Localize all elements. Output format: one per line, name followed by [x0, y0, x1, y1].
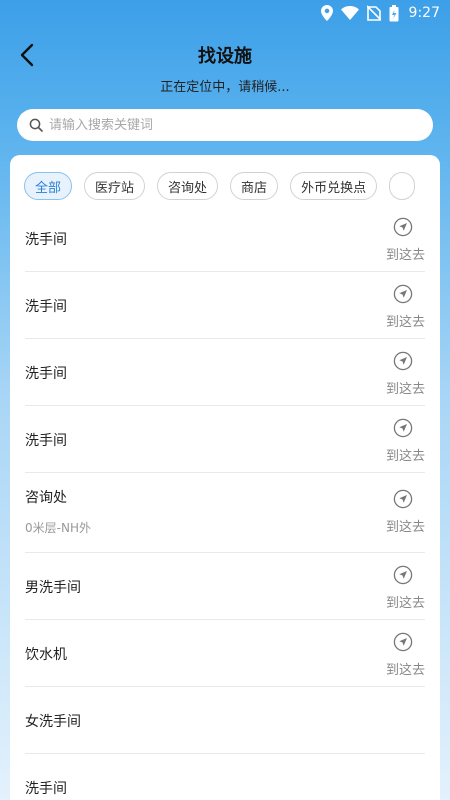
- navigation-arrow-icon: [393, 632, 413, 652]
- facility-name: 洗手间: [25, 781, 67, 797]
- list-item[interactable]: 咨询处 0米层-NH外 到这去: [25, 473, 425, 553]
- navigation-arrow-icon: [393, 351, 413, 371]
- category-chip-currency-exchange[interactable]: 外币兑换点: [290, 172, 378, 200]
- navigate-button[interactable]: 到这去: [381, 351, 425, 397]
- search-bar[interactable]: [17, 109, 433, 141]
- location-status-text: 正在定位中，请稍候...: [160, 80, 290, 95]
- list-item[interactable]: 女洗手间: [25, 687, 425, 754]
- category-chip-shop[interactable]: 商店: [230, 172, 279, 200]
- navigate-label: 到这去: [385, 315, 425, 330]
- category-chip-medical[interactable]: 医疗站: [84, 172, 146, 200]
- navigate-label: 到这去: [385, 382, 425, 397]
- facility-name: 男洗手间: [25, 580, 81, 596]
- list-item[interactable]: 洗手间 到这去: [25, 339, 425, 406]
- navigation-arrow-icon: [393, 565, 413, 585]
- navigate-button[interactable]: 到这去: [381, 489, 425, 535]
- page-title: 找设施: [198, 46, 252, 67]
- navigate-button[interactable]: 到这去: [381, 418, 425, 464]
- list-item[interactable]: 饮水机 到这去: [25, 620, 425, 687]
- facility-name: 洗手间: [25, 433, 67, 449]
- facility-panel: 全部 医疗站 咨询处 商店 外币兑换点 洗手间 到这去 洗手间 到这去 洗手间 …: [10, 155, 440, 800]
- no-sim-icon: [366, 5, 381, 21]
- list-item[interactable]: 洗手间 到这去: [25, 272, 425, 339]
- navigation-arrow-icon: [393, 489, 413, 509]
- navigate-button[interactable]: 到这去: [381, 565, 425, 611]
- navigate-button[interactable]: 到这去: [381, 632, 425, 678]
- list-item[interactable]: 洗手间 到这去: [25, 406, 425, 473]
- list-item[interactable]: 洗手间: [25, 754, 425, 800]
- list-item[interactable]: 洗手间 到这去: [25, 205, 425, 272]
- status-time: 9:27: [408, 5, 440, 21]
- facility-name: 洗手间: [25, 366, 67, 382]
- facility-name: 洗手间: [25, 232, 67, 248]
- facility-name: 饮水机: [25, 647, 67, 663]
- facility-name: 洗手间: [25, 299, 67, 315]
- category-chip-more[interactable]: [389, 172, 416, 200]
- navigation-arrow-icon: [393, 217, 413, 237]
- navigation-arrow-icon: [393, 418, 413, 438]
- navigate-label: 到这去: [385, 248, 425, 263]
- navigate-label: 到这去: [385, 663, 425, 678]
- navigation-arrow-icon: [393, 284, 413, 304]
- search-input[interactable]: [49, 117, 409, 133]
- header: 找设施 正在定位中，请稍候...: [0, 26, 450, 100]
- navigate-button[interactable]: 到这去: [381, 284, 425, 330]
- facility-name: 女洗手间: [25, 714, 81, 730]
- battery-icon: [389, 4, 399, 22]
- facility-name: 咨询处: [25, 490, 67, 506]
- category-chip-all[interactable]: 全部: [24, 172, 73, 200]
- facility-list: 洗手间 到这去 洗手间 到这去 洗手间 到这去 洗手间 到这去 咨询处 0米层-…: [25, 205, 425, 800]
- location-icon: [320, 5, 333, 21]
- status-bar: 9:27: [0, 0, 450, 26]
- list-item[interactable]: 男洗手间 到这去: [25, 553, 425, 620]
- facility-floor: 0米层-NH外: [25, 521, 91, 535]
- wifi-icon: [340, 6, 359, 20]
- search-icon: [29, 118, 43, 132]
- category-filter: 全部 医疗站 咨询处 商店 外币兑换点: [24, 172, 440, 202]
- navigate-label: 到这去: [385, 449, 425, 464]
- category-chip-information[interactable]: 咨询处: [157, 172, 219, 200]
- navigate-label: 到这去: [385, 596, 425, 611]
- navigate-label: 到这去: [385, 520, 425, 535]
- navigate-button[interactable]: 到这去: [381, 217, 425, 263]
